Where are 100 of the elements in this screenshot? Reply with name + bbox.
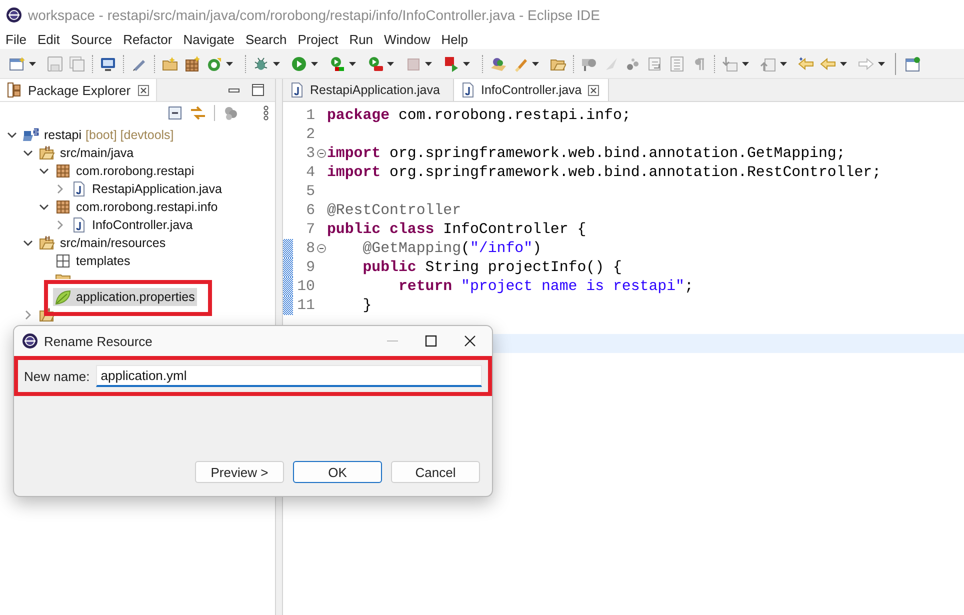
caret-icon[interactable] — [780, 62, 787, 66]
eclipse-logo-icon — [22, 333, 38, 349]
monitor-icon[interactable] — [100, 56, 116, 72]
menu-item[interactable]: Edit — [32, 32, 66, 47]
menu-item[interactable]: Navigate — [178, 32, 240, 47]
play-box-icon[interactable] — [329, 56, 345, 72]
tree-item[interactable]: src/main/java — [37, 144, 136, 162]
bug-icon[interactable] — [253, 56, 269, 72]
code-line: public class InfoController { — [327, 222, 586, 238]
tree-item[interactable]: templates — [53, 252, 132, 270]
caret-icon[interactable] — [840, 62, 847, 66]
line-number: 4 — [305, 164, 315, 180]
collapse-icon[interactable] — [316, 149, 326, 158]
tree-item[interactable]: com.rorobong.restapi — [53, 162, 196, 180]
refresh-icon[interactable] — [206, 56, 222, 72]
collapse-all-icon[interactable] — [168, 106, 182, 120]
java-file-icon — [71, 181, 87, 197]
menu-item[interactable]: Window — [378, 32, 436, 47]
code-line: @GetMapping("/info") — [362, 240, 542, 256]
menu-item[interactable]: Project — [292, 32, 344, 47]
menu-item[interactable]: Refactor — [118, 32, 178, 47]
flag-icon[interactable] — [443, 56, 459, 72]
folder-icon — [39, 307, 55, 323]
eclipse-logo-icon — [6, 7, 22, 23]
caret-icon[interactable] — [878, 62, 885, 66]
window-title: workspace - restapi/src/main/java/com/rorobong/restapi/info/InfoController.java - Eclipse IDE — [28, 7, 600, 23]
collapse-icon[interactable] — [316, 244, 326, 253]
code-line: } — [362, 298, 372, 314]
tree-item[interactable]: InfoController.java — [69, 216, 195, 234]
dialog-button[interactable]: Cancel — [391, 461, 480, 483]
left-arrow-star-icon[interactable] — [798, 56, 814, 72]
document-icon[interactable] — [9, 56, 25, 72]
tree-item[interactable]: com.rorobong.restapi.info — [53, 198, 220, 216]
tree-item[interactable]: RestapiApplication.java — [69, 180, 224, 198]
menu-item[interactable]: Source — [65, 32, 118, 47]
java-file-icon — [460, 82, 476, 98]
caret-icon[interactable] — [425, 62, 432, 66]
line-number: 11 — [296, 298, 315, 314]
grid-icon — [55, 253, 71, 269]
caret-icon[interactable] — [387, 62, 394, 66]
package-icon — [55, 163, 71, 179]
tree-item[interactable] — [37, 306, 57, 324]
package-explorer-icon — [6, 82, 22, 98]
field-label: New name: — [24, 368, 90, 384]
caret-icon[interactable] — [532, 62, 539, 66]
line-number: 10 — [296, 278, 315, 294]
caret-icon[interactable] — [349, 62, 356, 66]
grid-icon[interactable] — [184, 56, 200, 72]
tree-item[interactable]: restapi [boot] [devtools] — [21, 126, 176, 144]
line-number: 5 — [305, 184, 315, 200]
line-number: 9 — [305, 260, 315, 276]
java-file-icon — [289, 82, 305, 98]
maximize-icon[interactable] — [425, 335, 437, 347]
code-line: package com.rorobong.restapi.info; — [327, 108, 631, 124]
line-number: 2 — [305, 126, 315, 142]
dialog-title: Rename Resource — [44, 334, 152, 348]
window-pin-icon[interactable] — [905, 56, 921, 72]
folder-icon — [39, 145, 55, 161]
name-input-field[interactable]: application.yml — [96, 365, 482, 387]
caret-icon[interactable] — [463, 62, 470, 66]
code-line: @RestController — [327, 202, 462, 218]
project-icon — [23, 127, 39, 143]
tree-item[interactable]: application.properties — [53, 288, 197, 306]
close-icon[interactable] — [136, 84, 150, 96]
caret-icon[interactable] — [29, 62, 36, 66]
line-number: 6 — [305, 202, 315, 218]
play-toolbox-icon[interactable] — [367, 56, 383, 72]
line-number: 3 — [305, 146, 315, 162]
dialog-button[interactable]: OK — [293, 461, 382, 483]
leaf-icon — [55, 289, 71, 305]
folder-icon — [39, 235, 55, 251]
code-line: public String projectInfo() { — [362, 260, 622, 276]
caret-icon[interactable] — [226, 62, 233, 66]
menu-item[interactable]: Run — [344, 32, 379, 47]
line-number: 7 — [305, 222, 315, 238]
caret-icon[interactable] — [311, 62, 318, 66]
menu-item[interactable]: File — [0, 32, 32, 47]
close-icon[interactable] — [464, 335, 476, 347]
cube-icon[interactable] — [490, 56, 506, 72]
close-icon[interactable] — [586, 84, 600, 96]
package-icon — [55, 199, 71, 215]
play-icon[interactable] — [291, 56, 307, 72]
dots-icon[interactable] — [625, 56, 641, 72]
caret-icon[interactable] — [742, 62, 749, 66]
folder-icon[interactable] — [162, 56, 178, 72]
view-tab[interactable]: Package Explorer — [0, 79, 157, 101]
maximize-icon[interactable] — [251, 83, 265, 97]
link-arrows-icon[interactable] — [190, 105, 206, 121]
menu-item[interactable]: Help — [436, 32, 474, 47]
caret-icon[interactable] — [273, 62, 280, 66]
menu-item[interactable]: Search — [240, 32, 292, 47]
dialog-button[interactable]: Preview > — [195, 461, 284, 483]
code-line: import org.springframework.web.bind.annotation.RestController; — [327, 164, 882, 180]
line-number: 1 — [305, 108, 315, 124]
code-line: import org.springframework.web.bind.annotation.GetMapping; — [327, 146, 846, 162]
code-line: return "project name is restapi"; — [397, 278, 694, 294]
view-menu-icon[interactable] — [263, 105, 269, 121]
editor-tab[interactable]: InfoController.java — [454, 79, 609, 101]
tree-item[interactable]: src/main/resources — [37, 234, 168, 252]
filter-icon[interactable] — [223, 105, 239, 121]
